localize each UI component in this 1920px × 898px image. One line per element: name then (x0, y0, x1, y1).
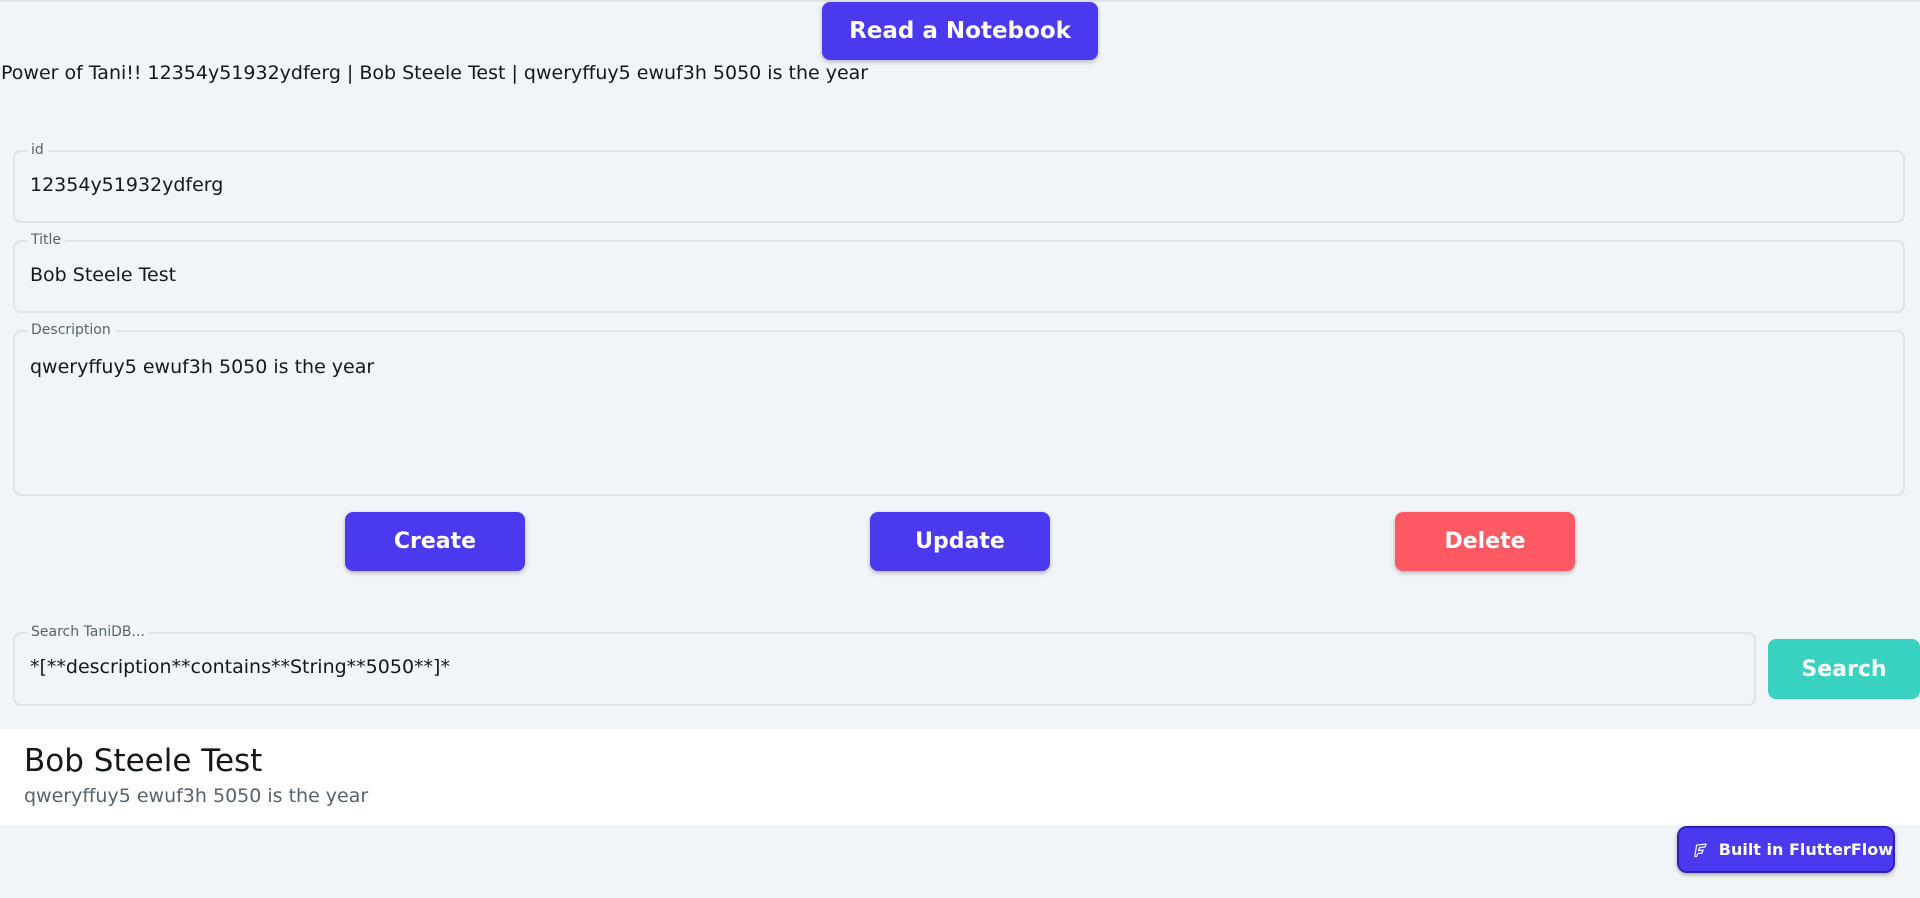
update-button[interactable]: Update (870, 512, 1050, 571)
search-field[interactable]: Search TaniDB... *[**description**contai… (13, 624, 1756, 706)
title-field-label: Title (27, 232, 66, 248)
id-field[interactable]: id 12354y51932ydferg (13, 142, 1905, 223)
id-field-label: id (27, 142, 48, 158)
notebook-summary-text: Power of Tani!! 12354y51932ydferg | Bob … (1, 62, 869, 84)
page: Read a Notebook Power of Tani!! 12354y51… (0, 0, 1920, 898)
flutterflow-logo-icon (1694, 842, 1707, 857)
id-input[interactable]: 12354y51932ydferg (30, 174, 223, 196)
list-item[interactable]: Bob Steele Test qweryffuy5 ewuf3h 5050 i… (0, 729, 1920, 825)
search-field-label: Search TaniDB... (27, 624, 149, 640)
delete-button[interactable]: Delete (1395, 512, 1575, 571)
search-input[interactable]: *[**description**contains**String**5050*… (30, 656, 450, 678)
create-button[interactable]: Create (345, 512, 525, 571)
result-title: Bob Steele Test (24, 743, 263, 779)
result-description: qweryffuy5 ewuf3h 5050 is the year (24, 785, 369, 807)
built-in-flutterflow-badge[interactable]: Built in FlutterFlow (1677, 826, 1895, 873)
search-button[interactable]: Search (1768, 639, 1920, 699)
description-input[interactable]: qweryffuy5 ewuf3h 5050 is the year (30, 356, 374, 378)
title-input[interactable]: Bob Steele Test (30, 264, 176, 286)
badge-label: Built in FlutterFlow (1718, 840, 1893, 859)
title-field[interactable]: Title Bob Steele Test (13, 232, 1905, 313)
description-field-label: Description (27, 322, 115, 338)
read-notebook-button[interactable]: Read a Notebook (822, 2, 1098, 60)
description-field[interactable]: Description qweryffuy5 ewuf3h 5050 is th… (13, 322, 1905, 496)
